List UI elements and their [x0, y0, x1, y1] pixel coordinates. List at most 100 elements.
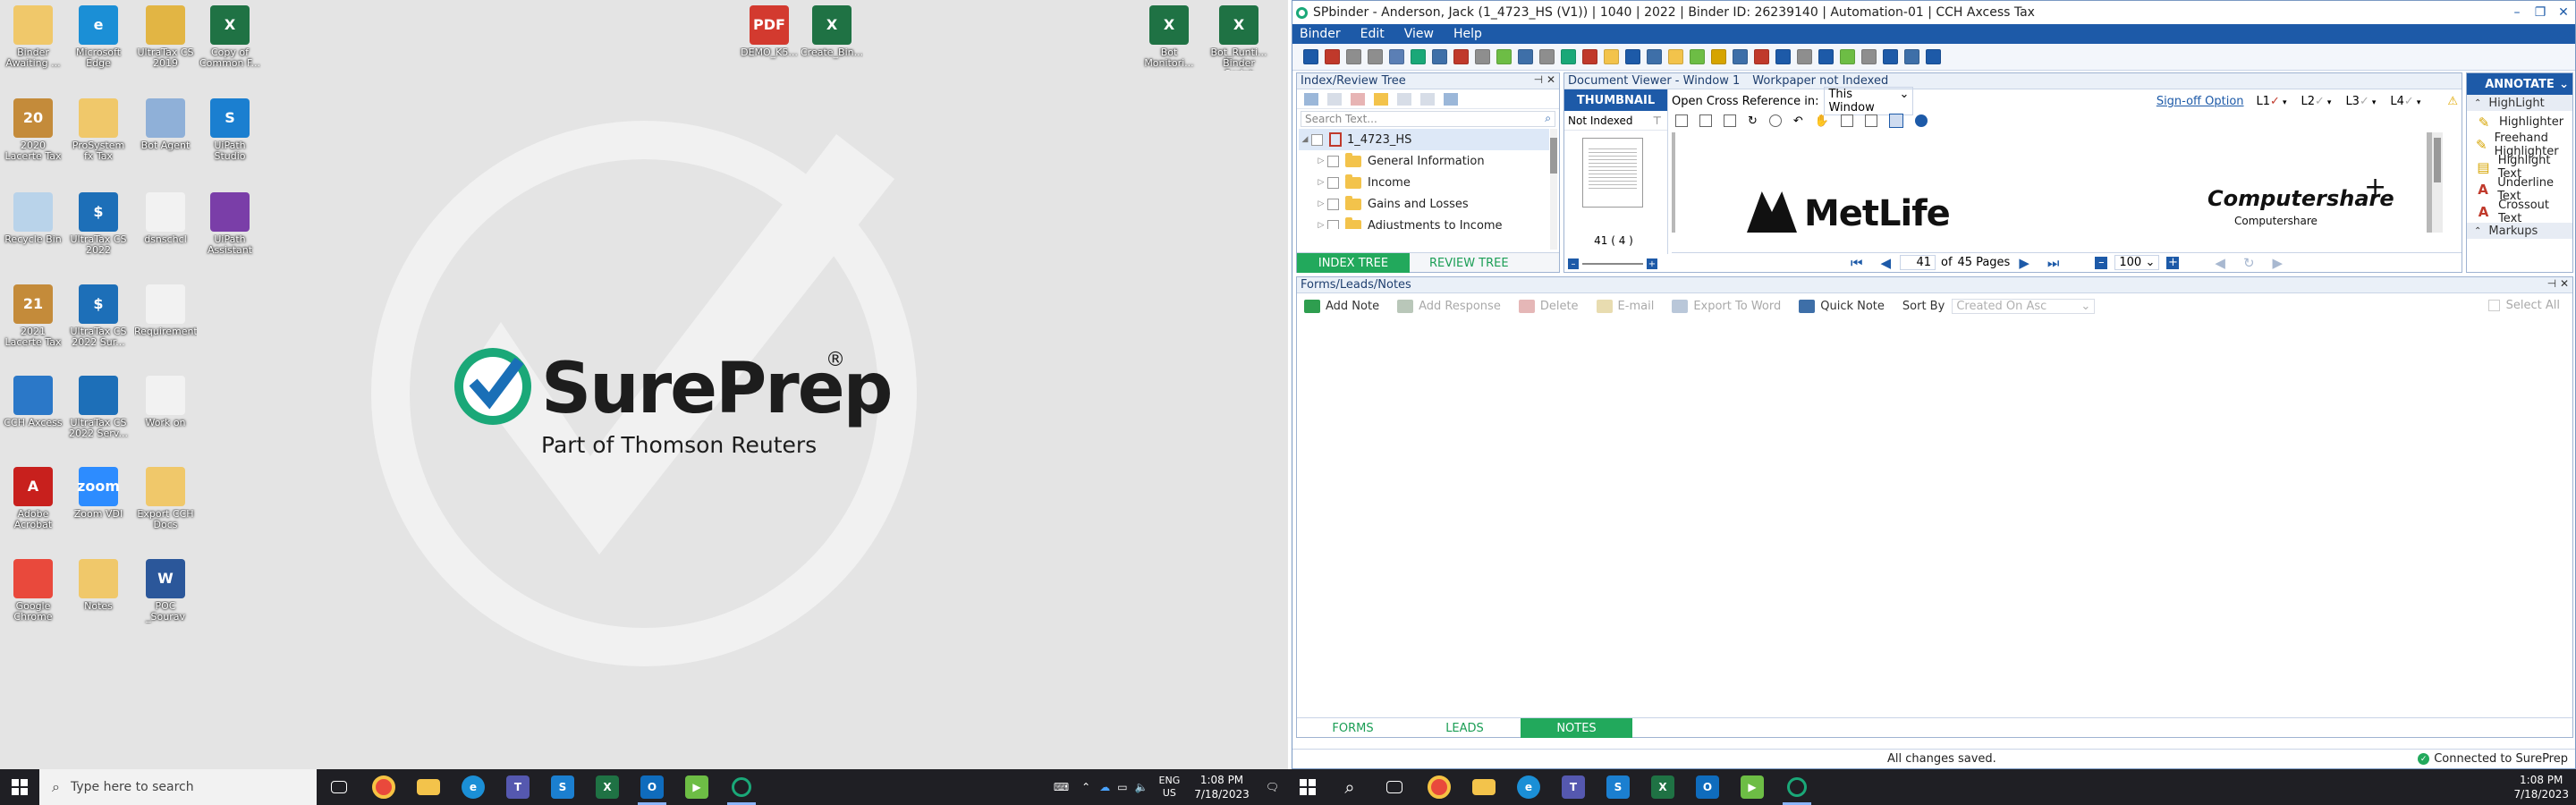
- taskbar-uipath[interactable]: S: [1596, 769, 1640, 805]
- toolbar-tool-icon[interactable]: [1754, 49, 1769, 64]
- tree-tool-icon[interactable]: [1444, 92, 1458, 106]
- select-all-checkbox[interactable]: Select All: [2487, 299, 2560, 312]
- desktop-icon[interactable]: Requirement: [134, 284, 197, 350]
- toolbar-tool-icon[interactable]: [1840, 49, 1855, 64]
- expand-icon[interactable]: ▷: [1315, 221, 1327, 229]
- taskbar-outlook[interactable]: O: [630, 769, 674, 805]
- clock[interactable]: 1:08 PM 7/18/2023: [2506, 773, 2576, 801]
- desktop-icon[interactable]: zoom Zoom VDI: [67, 467, 130, 532]
- previous-page-icon[interactable]: ◀: [1880, 255, 1891, 271]
- viewer-tool-icon[interactable]: [1841, 114, 1853, 127]
- toolbar-tool-icon[interactable]: [1475, 49, 1490, 64]
- tree-root-row[interactable]: ◢ 1_4723_HS: [1299, 129, 1549, 150]
- cloud-icon[interactable]: ☁: [1096, 781, 1114, 793]
- keyboard-icon[interactable]: ⌨: [1046, 781, 1076, 793]
- expand-icon[interactable]: ▷: [1315, 178, 1327, 187]
- taskbar-edge[interactable]: e: [1506, 769, 1551, 805]
- signoff-level[interactable]: L2✓ ▾: [2301, 95, 2331, 108]
- zoom-in-icon[interactable]: +: [2166, 256, 2180, 269]
- title-bar[interactable]: SPbinder - Anderson, Jack (1_4723_HS (V1…: [1292, 1, 2575, 24]
- tree-item[interactable]: ▷ General Information: [1299, 150, 1559, 172]
- desktop-icon[interactable]: Work on: [134, 376, 197, 441]
- menu-binder[interactable]: Binder: [1300, 27, 1341, 41]
- restore-icon[interactable]: ❐: [2529, 1, 2552, 24]
- taskbar-app-green[interactable]: ▶: [1730, 769, 1775, 805]
- close-icon[interactable]: ✕: [2552, 1, 2575, 24]
- pane-pin-close-icon[interactable]: ⊣ ✕: [1534, 73, 1555, 86]
- desktop-icon[interactable]: Recycle Bin: [2, 192, 64, 258]
- task-view-button[interactable]: [317, 769, 361, 805]
- desktop-icon[interactable]: Notes: [67, 559, 130, 624]
- pane-pin-close-icon[interactable]: ⊣ ✕: [2547, 277, 2569, 290]
- viewer-tool-icon[interactable]: [1699, 114, 1712, 127]
- viewer-tool-icon[interactable]: [1865, 114, 1877, 127]
- taskbar-excel[interactable]: X: [1640, 769, 1685, 805]
- task-view-button[interactable]: [1372, 769, 1417, 805]
- desktop-icon[interactable]: A Adobe Acrobat: [2, 467, 64, 532]
- forms-button-e-mail[interactable]: E-mail: [1596, 299, 1654, 313]
- desktop-icon[interactable]: $ UltraTax CS 2022: [67, 192, 130, 258]
- forms-button-add-note[interactable]: Add Note: [1304, 299, 1379, 313]
- tab-forms[interactable]: FORMS: [1297, 718, 1409, 738]
- toolbar-tool-icon[interactable]: [1690, 49, 1705, 64]
- desktop-icon[interactable]: CCH Axcess: [2, 376, 64, 441]
- toolbar-tool-icon[interactable]: [1389, 49, 1404, 64]
- desktop-icon[interactable]: S UiPath Studio: [199, 98, 261, 164]
- taskbar-chrome[interactable]: [361, 769, 406, 805]
- page-current-input[interactable]: 41: [1900, 255, 1936, 270]
- tree-tool-icon[interactable]: [1420, 92, 1435, 106]
- toolbar-tool-icon[interactable]: [1346, 49, 1361, 64]
- notification-icon[interactable]: 🗨: [1257, 781, 1288, 793]
- toolbar-tool-icon[interactable]: [1647, 49, 1662, 64]
- menu-help[interactable]: Help: [1453, 27, 1482, 41]
- tab-leads[interactable]: LEADS: [1409, 718, 1521, 738]
- toolbar-tool-icon[interactable]: [1453, 49, 1469, 64]
- desktop-icon[interactable]: Google Chrome: [2, 559, 64, 624]
- next-page-icon[interactable]: ▶: [2019, 255, 2029, 271]
- clock[interactable]: 1:08 PM 7/18/2023: [1187, 773, 1257, 801]
- desktop-icon[interactable]: $ UltraTax CS 2022 Sur...: [67, 284, 130, 350]
- undo-icon[interactable]: ↶: [1793, 114, 1803, 128]
- annotate-item[interactable]: ▤ Highlight Text: [2467, 154, 2572, 181]
- taskbar-uipath[interactable]: S: [540, 769, 585, 805]
- taskbar-file-explorer[interactable]: [1462, 769, 1506, 805]
- desktop-icon[interactable]: W POC _Sourav: [134, 559, 197, 624]
- toolbar-tool-icon[interactable]: [1368, 49, 1383, 64]
- first-page-icon[interactable]: ⏮: [1851, 255, 1863, 271]
- toolbar-tool-icon[interactable]: [1432, 49, 1447, 64]
- toolbar-tool-icon[interactable]: [1711, 49, 1726, 64]
- toolbar-tool-icon[interactable]: [1926, 49, 1941, 64]
- toolbar-tool-icon[interactable]: [1539, 49, 1555, 64]
- forward-icon[interactable]: ▶: [2273, 255, 2284, 271]
- desktop-icon[interactable]: Binder Awaiting ...: [2, 5, 64, 71]
- zoom-select[interactable]: 100 ⌄: [2114, 255, 2160, 270]
- viewer-tool-icon[interactable]: [1675, 114, 1688, 127]
- document-canvas[interactable]: MetLife Computershare Computershare +: [1672, 132, 2443, 233]
- taskbar-edge[interactable]: e: [451, 769, 496, 805]
- tree-tool-icon[interactable]: [1351, 92, 1365, 106]
- desktop-icon[interactable]: PDF DEMO_K5...: [738, 5, 801, 71]
- thumbnail-size-slider[interactable]: – +: [1568, 258, 1657, 270]
- signoff-level[interactable]: L3✓ ▾: [2345, 95, 2376, 108]
- language-indicator[interactable]: ENG US: [1152, 775, 1188, 800]
- tab-notes[interactable]: NOTES: [1521, 718, 1632, 738]
- tree-tool-icon[interactable]: [1374, 92, 1388, 106]
- taskbar-file-explorer[interactable]: [406, 769, 451, 805]
- toolbar-tool-icon[interactable]: [1325, 49, 1340, 64]
- expand-icon[interactable]: ▷: [1315, 157, 1327, 165]
- taskbar-outlook[interactable]: O: [1685, 769, 1730, 805]
- refresh-icon[interactable]: ↻: [2243, 255, 2255, 271]
- tree-checkbox[interactable]: [1311, 133, 1323, 146]
- tree-tool-icon[interactable]: [1327, 92, 1342, 106]
- tree-scrollbar[interactable]: [1550, 129, 1557, 250]
- desktop-icon[interactable]: X Create_Bin...: [801, 5, 863, 71]
- thumbnail-page[interactable]: [1582, 138, 1643, 208]
- network-icon[interactable]: ▭: [1114, 781, 1131, 793]
- taskbar-teams[interactable]: T: [496, 769, 540, 805]
- desktop-icon[interactable]: UiPath Assistant: [199, 192, 261, 258]
- taskbar-teams[interactable]: T: [1551, 769, 1596, 805]
- forms-button-add-response[interactable]: Add Response: [1397, 299, 1501, 313]
- toolbar-tool-icon[interactable]: [1582, 49, 1597, 64]
- tree-checkbox[interactable]: [1327, 219, 1339, 229]
- toolbar-tool-icon[interactable]: [1883, 49, 1898, 64]
